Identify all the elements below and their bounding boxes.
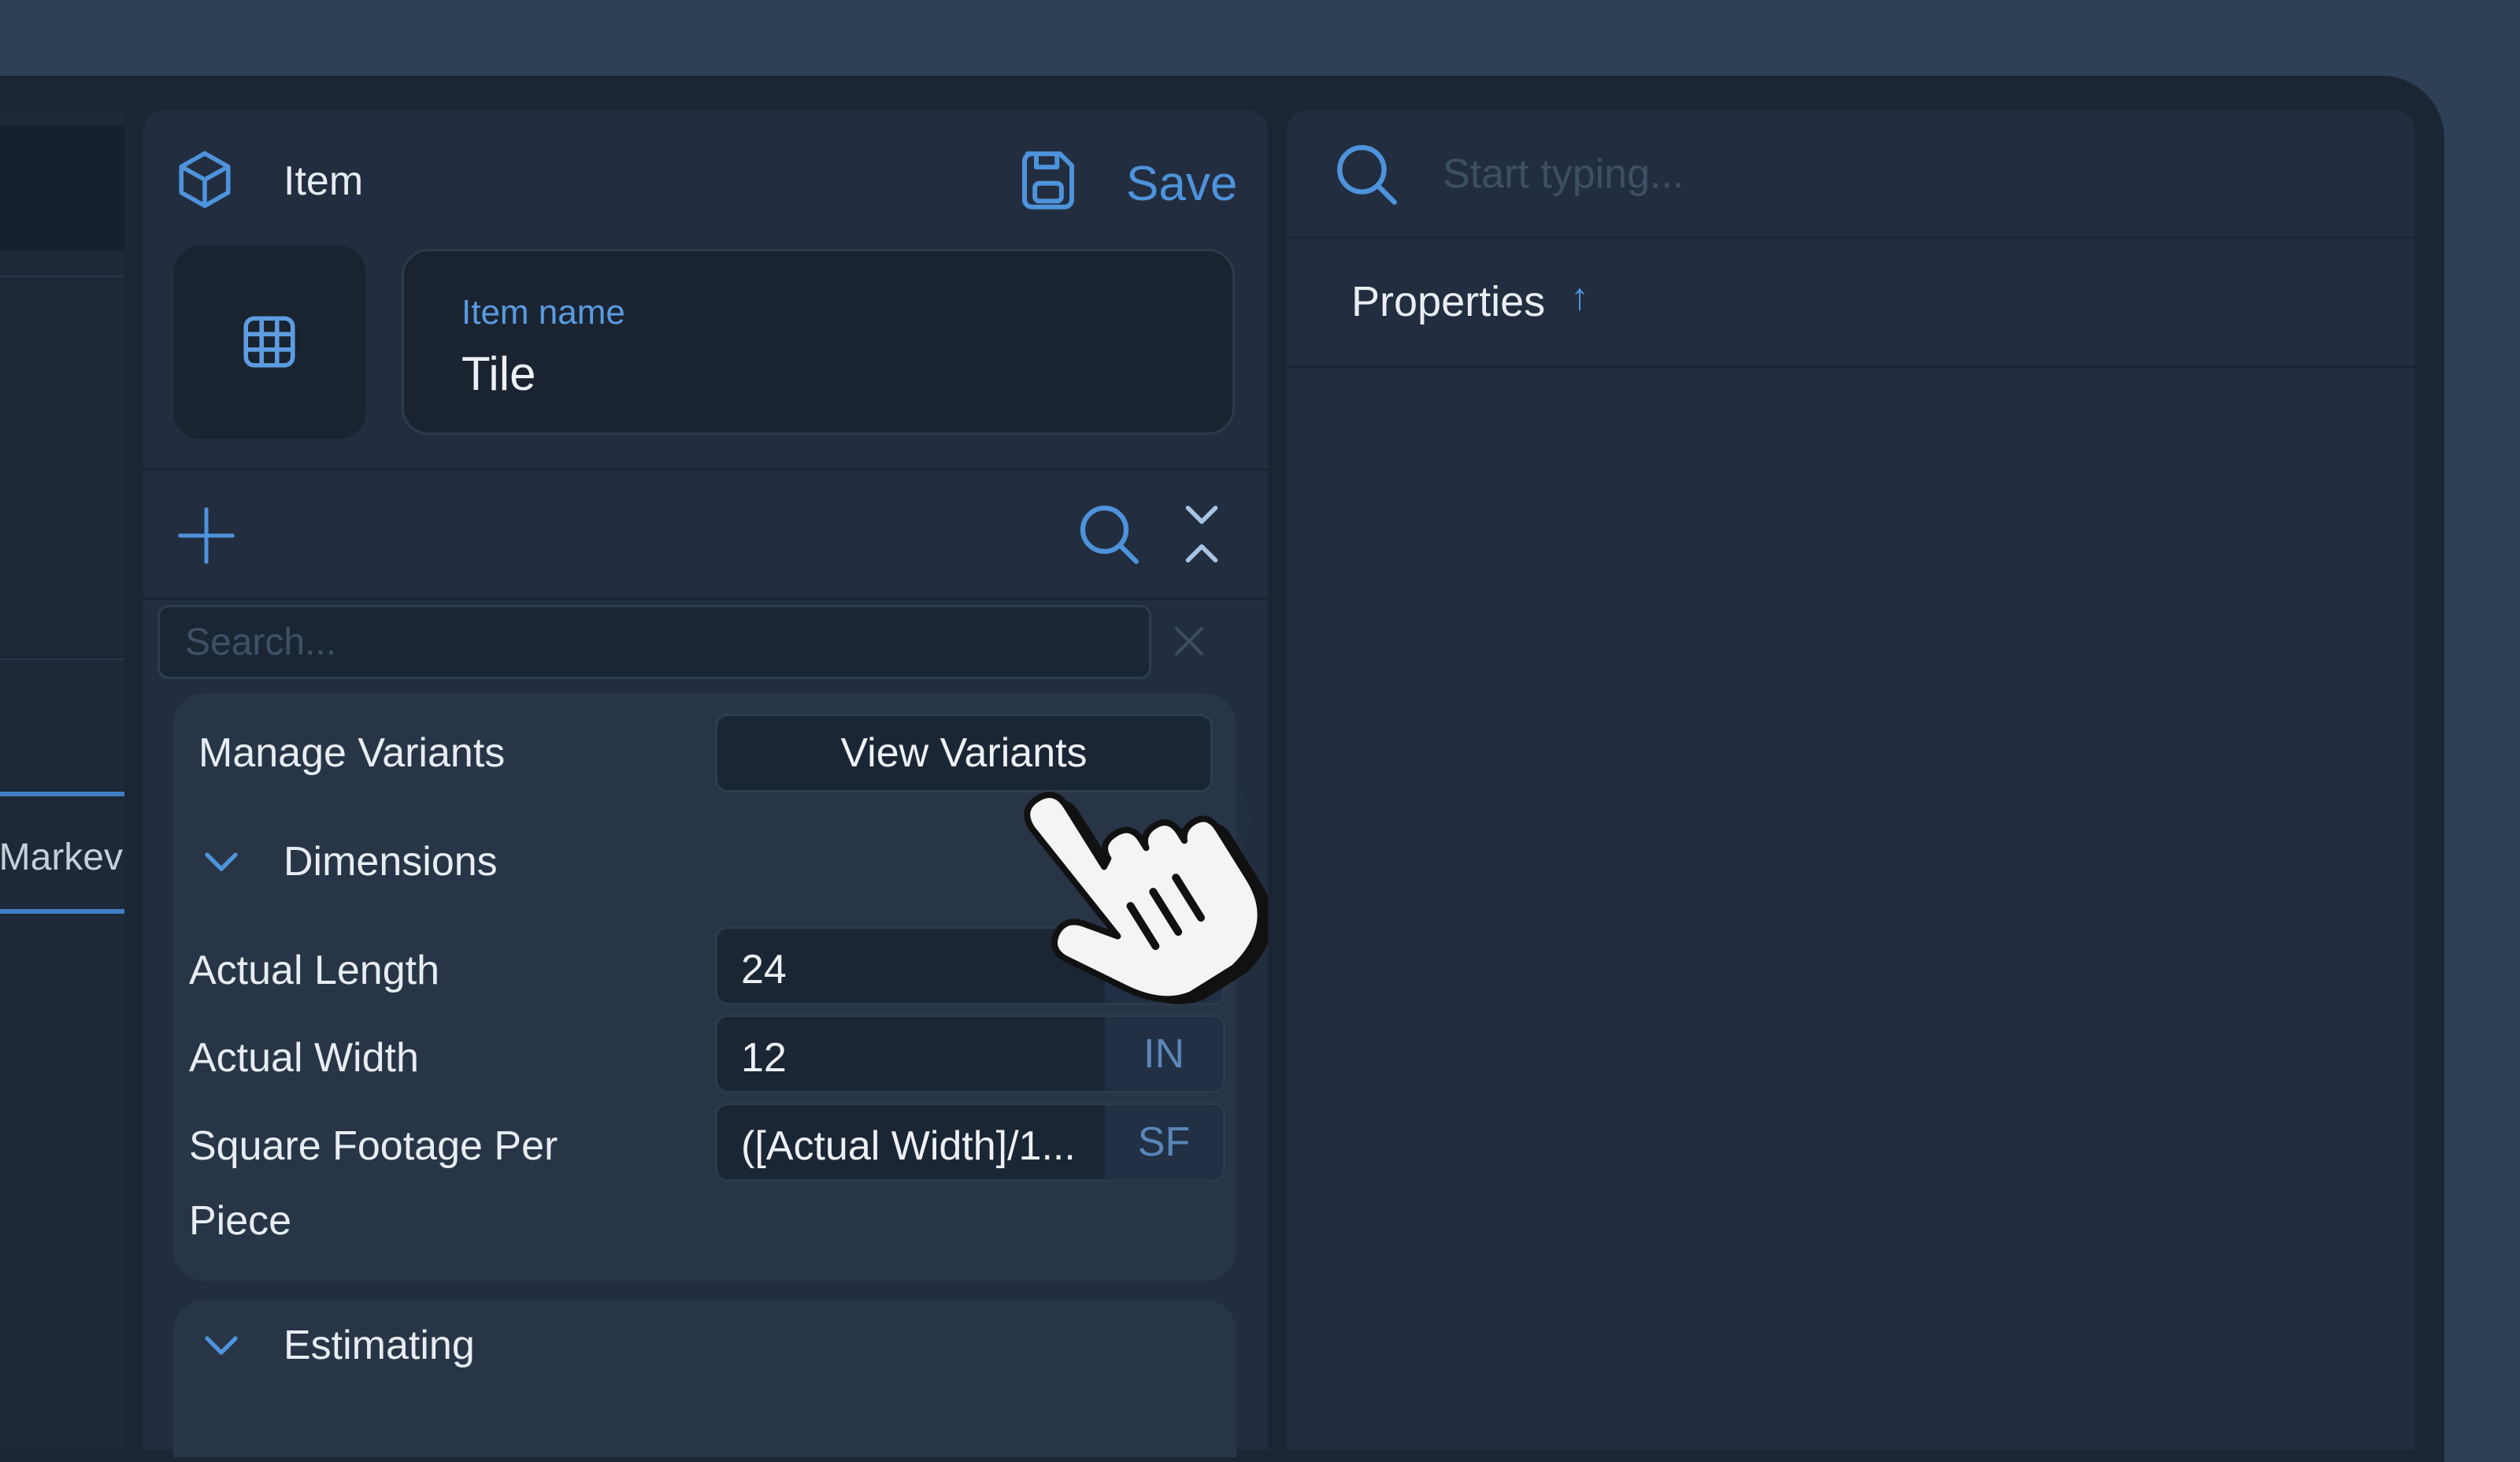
plus-icon[interactable] <box>175 504 238 567</box>
field-label-actual-width: Actual Width <box>189 1035 419 1081</box>
property-search-input[interactable] <box>1441 142 2311 206</box>
search-icon[interactable] <box>1331 139 1402 210</box>
field-label-square-footage: Square Footage Per <box>189 1123 558 1169</box>
chevron-down-icon[interactable] <box>200 840 243 882</box>
search-field[interactable] <box>158 605 1151 679</box>
collapse-icon[interactable] <box>1181 501 1222 567</box>
panel-title: Item <box>284 158 364 204</box>
field-value[interactable]: ([Actual Width]/1... <box>741 1122 1076 1170</box>
grid-icon <box>243 316 295 368</box>
save-button[interactable]: Save <box>1126 156 1237 212</box>
search-input[interactable] <box>160 607 1149 677</box>
divider <box>143 597 1268 600</box>
item-name-value[interactable]: Tile <box>461 347 536 401</box>
left-tab-label: Markev <box>0 837 123 878</box>
divider <box>1287 366 2414 368</box>
unit-badge: IN <box>1105 1017 1223 1091</box>
search-icon[interactable] <box>1074 499 1143 569</box>
cube-icon <box>179 150 231 209</box>
section-dimensions[interactable]: Dimensions <box>284 838 498 885</box>
divider <box>143 468 1268 471</box>
manage-variants-label: Manage Variants <box>198 730 506 776</box>
pointer-hand-icon <box>1024 791 1268 1004</box>
arrow-up-icon[interactable]: ↑ <box>1570 276 1589 319</box>
square-footage-input[interactable]: ([Actual Width]/1... SF <box>715 1103 1225 1182</box>
field-value[interactable]: 12 <box>741 1034 787 1082</box>
chevron-down-icon[interactable] <box>200 1323 243 1366</box>
left-tab-selected[interactable]: Markev <box>0 792 124 914</box>
left-panel-header <box>0 126 124 250</box>
field-label-actual-length: Actual Length <box>189 948 440 993</box>
unit-badge: SF <box>1105 1105 1223 1179</box>
field-label-square-footage-cont: Piece <box>189 1198 292 1244</box>
close-icon[interactable] <box>1170 622 1208 660</box>
item-name-label: Item name <box>461 293 625 332</box>
item-name-field[interactable] <box>402 249 1235 435</box>
save-icon[interactable] <box>1013 145 1084 216</box>
left-panel <box>0 110 124 1449</box>
field-value[interactable]: 24 <box>741 946 787 993</box>
divider <box>0 659 124 660</box>
actual-width-input[interactable]: 12 IN <box>715 1015 1225 1093</box>
section-estimating[interactable]: Estimating <box>284 1322 475 1369</box>
divider <box>1287 236 2414 239</box>
properties-header[interactable]: Properties <box>1351 277 1545 326</box>
divider <box>0 276 124 277</box>
